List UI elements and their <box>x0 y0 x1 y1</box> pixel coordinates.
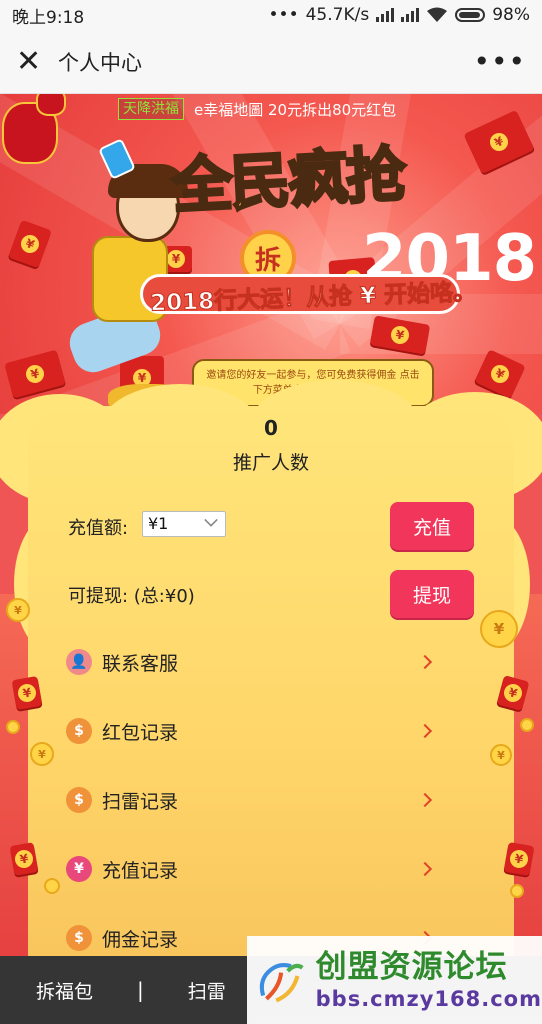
coin-icon <box>44 878 60 894</box>
chevron-down-icon <box>204 513 218 527</box>
coin-icon: ¥ <box>480 610 518 648</box>
notice-bar[interactable]: 天降洪福 e幸福地圖 20元拆出80元红包 <box>118 97 396 121</box>
chevron-right-icon <box>417 654 433 670</box>
top-bar: ✕ 个人中心 ••• <box>0 30 542 94</box>
page-title: 个人中心 <box>58 50 142 75</box>
yen-icon: ¥ <box>66 856 92 882</box>
red-envelope-icon <box>8 219 52 269</box>
coin-icon: ¥ <box>6 598 30 622</box>
chevron-right-icon <box>417 792 433 808</box>
money-bag-icon: $ <box>66 718 92 744</box>
money-bag-icon: $ <box>66 787 92 813</box>
signal-icon <box>376 8 395 22</box>
coin-icon <box>6 720 20 734</box>
recharge-amount-select[interactable]: ¥1 <box>142 511 226 537</box>
network-speed: 45.7K/s <box>305 5 370 25</box>
tab-open-packet[interactable]: 拆福包 <box>36 977 93 1004</box>
red-envelope-icon <box>9 842 39 876</box>
battery-level: 98% <box>492 5 530 25</box>
menu-label: 扫雷记录 <box>102 790 179 813</box>
chevron-right-icon <box>417 723 433 739</box>
status-bar: 晚上9:18 ••• 45.7K/s 98% <box>0 0 542 30</box>
tab-separator: | <box>137 978 144 1002</box>
forum-logo-icon <box>259 963 304 1003</box>
coin-icon <box>510 884 524 898</box>
promotion-count: 0 <box>264 416 278 440</box>
user-icon: 👤 <box>66 649 92 675</box>
coin-icon <box>520 718 534 732</box>
lantern-icon <box>36 94 66 116</box>
menu-item-minesweeper-records[interactable]: $ 扫雷记录 <box>66 780 442 820</box>
menu-label: 充值记录 <box>102 859 179 882</box>
red-envelope-icon <box>11 675 43 711</box>
withdraw-label: 可提现: (总:¥0) <box>68 586 195 607</box>
menu-label: 联系客服 <box>102 652 179 675</box>
promo-banner: 天降洪福 e幸福地圖 20元拆出80元红包 全民疯抢 2018 拆 2018行大… <box>0 94 542 414</box>
headline-part-1: 全民 <box>169 145 292 224</box>
more-icon[interactable]: ••• <box>473 47 526 76</box>
watermark-url: bbs.cmzy168.com <box>315 987 542 1011</box>
page-content[interactable]: 天降洪福 e幸福地圖 20元拆出80元红包 全民疯抢 2018 拆 2018行大… <box>0 94 542 956</box>
coin-icon: ¥ <box>30 742 54 766</box>
recharge-button[interactable]: 充值 <box>390 502 474 550</box>
menu-item-contact-service[interactable]: 👤 联系客服 <box>66 642 442 682</box>
coin-icon: ¥ <box>490 744 512 766</box>
wifi-icon <box>427 7 448 22</box>
status-dots: ••• <box>268 5 299 25</box>
red-envelope-icon <box>503 841 535 877</box>
banner-headline: 全民疯抢 <box>169 126 408 225</box>
status-indicators: ••• 45.7K/s 98% <box>269 5 530 25</box>
menu-label: 红包记录 <box>102 721 179 744</box>
recharge-label: 充值额: <box>68 518 129 539</box>
close-icon[interactable]: ✕ <box>16 46 44 77</box>
headline-part-2: 疯抢 <box>285 138 408 217</box>
watermark: 创盟资源论坛 bbs.cmzy168.com <box>247 936 542 1024</box>
tab-minesweeper[interactable]: 扫雷 <box>188 977 226 1004</box>
menu-item-recharge-records[interactable]: ¥ 充值记录 <box>66 849 442 889</box>
chevron-right-icon <box>417 861 433 877</box>
recharge-amount-value: ¥1 <box>148 514 169 533</box>
watermark-title: 创盟资源论坛 <box>315 949 508 985</box>
red-envelope-icon <box>4 349 66 399</box>
money-bag-icon: $ <box>66 925 92 951</box>
signal-icon-2 <box>401 8 420 22</box>
menu-item-red-packet-records[interactable]: $ 红包记录 <box>66 711 442 751</box>
watermark-text: 创盟资源论坛 bbs.cmzy168.com <box>316 948 542 1012</box>
withdraw-button[interactable]: 提现 <box>390 570 474 618</box>
promotion-count-label: 推广人数 <box>232 452 309 474</box>
notice-text: e幸福地圖 20元拆出80元红包 <box>194 100 397 119</box>
battery-icon <box>455 8 486 22</box>
notice-tag: 天降洪福 <box>118 98 184 120</box>
status-time: 晚上9:18 <box>12 7 85 28</box>
